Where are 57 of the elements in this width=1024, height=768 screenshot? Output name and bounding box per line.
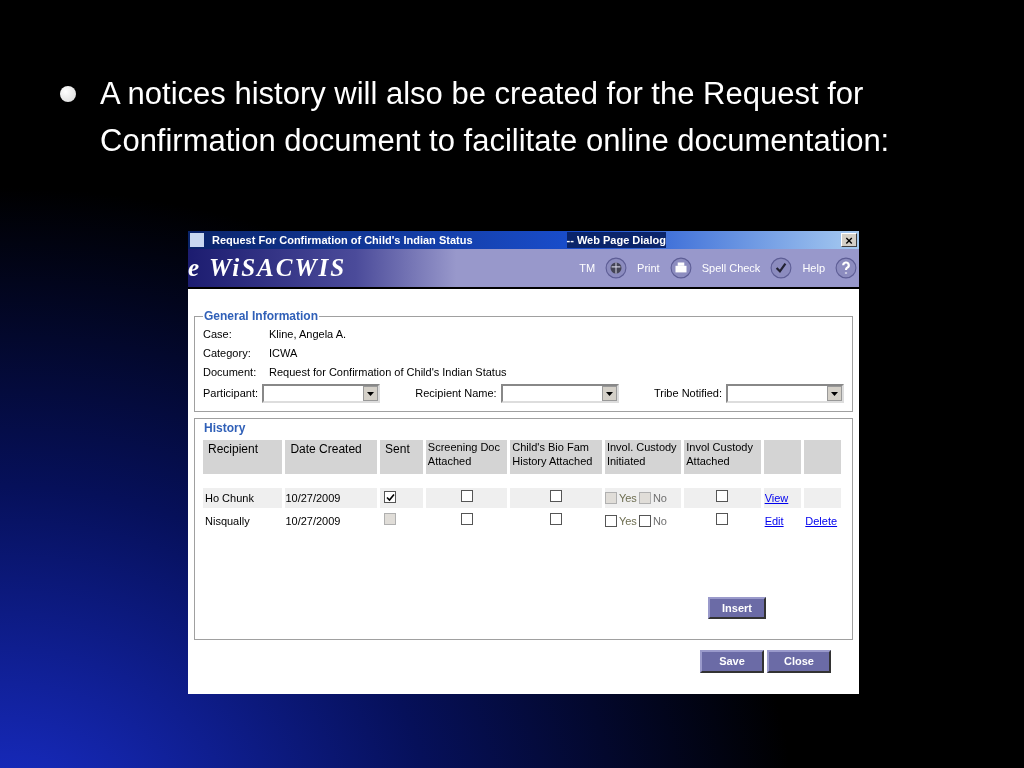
column-header: Child's Bio Fam History Attached [510, 440, 602, 474]
field-value: Request for Confirmation of Child's Indian Status [269, 365, 507, 381]
column-header: Sent [380, 440, 423, 474]
close-button[interactable]: × [841, 233, 857, 247]
table-cell: Ho Chunk [203, 488, 283, 508]
field-label: Participant: [203, 386, 259, 402]
option-label: Yes [618, 513, 637, 529]
field-label: Category: [203, 346, 252, 362]
table-cell-text: 10/27/2009 [285, 513, 342, 529]
checkbox[interactable] [384, 491, 397, 504]
option-label: Yes [618, 490, 637, 506]
logo: e WiSACWIS [188, 253, 347, 284]
ie-icon [190, 233, 204, 247]
bullet-icon [60, 86, 76, 102]
column-header: Invol Custody Attached [684, 440, 761, 474]
field-label: Tribe Notified: [653, 386, 722, 402]
window-title-suffix: -- Web Page Dialog [566, 231, 666, 249]
printer-icon[interactable] [669, 257, 692, 279]
checkbox[interactable] [716, 512, 729, 525]
help-icon[interactable] [835, 257, 857, 279]
table-cell-text: Nisqually [204, 513, 251, 529]
column-header: Screening Doc Attached [425, 440, 508, 474]
window-title: Request For Confirmation of Child's Indian Status [212, 232, 473, 248]
field-value: Kline, Angela A. [269, 327, 347, 343]
dialog-button[interactable]: Close [767, 650, 831, 673]
field-label: Recipient Name: [415, 386, 497, 402]
section-legend: History [203, 419, 844, 437]
option-label: No [652, 513, 667, 529]
checkbox[interactable] [604, 515, 617, 527]
checkbox[interactable] [460, 512, 473, 525]
toolbar-link[interactable]: TM [579, 259, 596, 277]
checkmark-icon[interactable] [770, 257, 793, 279]
checkbox[interactable] [716, 489, 729, 502]
insert-button[interactable]: Insert [708, 596, 766, 619]
checkbox[interactable] [550, 512, 563, 525]
toolbar-link[interactable]: Spell Check [701, 259, 761, 277]
column-header [804, 440, 841, 474]
table-cell: 10/27/2009 [285, 488, 378, 508]
field-value: ICWA [269, 346, 298, 362]
toolbar-link[interactable]: Print [637, 259, 660, 277]
column-header: Invol. Custody Initiated [604, 440, 682, 474]
checkbox[interactable] [460, 489, 473, 502]
bullet-text: A notices history will also be created for the Request for Confirmation document to facilitate online documentation: [100, 75, 891, 160]
option-label: No [652, 490, 667, 506]
dialog-button[interactable]: Save [700, 650, 764, 673]
column-header [763, 440, 802, 474]
toolbar-link[interactable]: Help [802, 259, 825, 277]
column-header: Date Created [285, 440, 378, 474]
checkbox[interactable] [550, 489, 563, 502]
field-label: Case: [203, 327, 233, 343]
column-header: Recipient [203, 440, 283, 474]
globe-icon[interactable] [605, 257, 628, 279]
row-link[interactable]: Delete [805, 514, 838, 527]
field-label: Document: [203, 365, 258, 381]
checkbox[interactable] [638, 515, 651, 527]
row-link[interactable]: Edit [764, 514, 784, 527]
section-legend: General Information [203, 307, 320, 325]
